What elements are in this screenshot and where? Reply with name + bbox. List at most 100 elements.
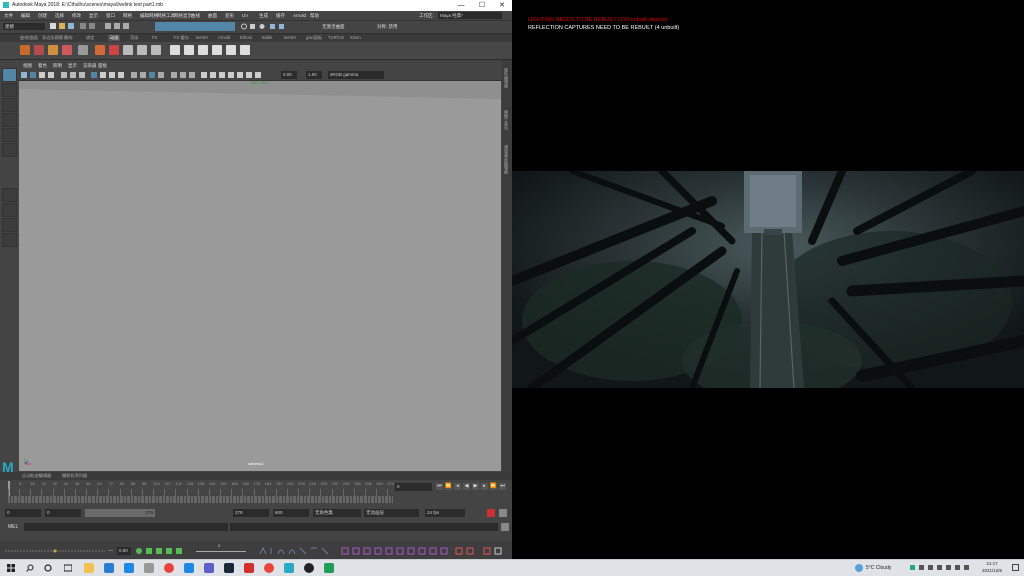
cortana-icon[interactable]	[44, 564, 52, 572]
shelf-tool-icon[interactable]	[151, 45, 161, 55]
shelf-tab[interactable]: MASH	[284, 35, 296, 40]
shelf-tab[interactable]: 动画	[108, 35, 121, 41]
preferences-icon[interactable]	[499, 509, 507, 517]
step-back-key-icon[interactable]: ⏪	[445, 483, 452, 490]
main-menu-item[interactable]: 选择	[55, 13, 64, 19]
perspective-viewport[interactable]: 960 x 540 camera1	[19, 80, 501, 471]
mel-input[interactable]	[24, 523, 228, 531]
shelf-tool-icon[interactable]	[78, 45, 88, 55]
playback-controls[interactable]: ⏮ ⏪ ◂ ◀ ▶ ▸ ⏩ ⏭	[436, 482, 511, 492]
shelf-tab[interactable]: 曲线/曲面	[20, 35, 38, 41]
panel-toolbar-icons[interactable]	[21, 71, 271, 79]
step-forward-frame-icon[interactable]: ▸	[481, 483, 488, 490]
playback-start-field[interactable]: 0	[45, 509, 81, 517]
anim-layer-dropdown[interactable]: 无动画层	[364, 509, 419, 517]
shelf-tab[interactable]: Arnold	[218, 35, 230, 40]
main-menu-item[interactable]: 缓存	[276, 13, 285, 19]
move-tool-icon[interactable]	[2, 113, 17, 127]
fps-dropdown[interactable]: 24 fps	[425, 509, 465, 517]
main-menu-item[interactable]: 窗口	[106, 13, 115, 19]
shelf-tab[interactable]: 雕刻	[64, 35, 72, 41]
strength-field[interactable]: 0.50	[117, 547, 131, 555]
main-menu-item[interactable]: 编辑	[21, 13, 30, 19]
steam-icon[interactable]	[224, 563, 234, 573]
character-set-dropdown[interactable]: 无角色集	[313, 509, 361, 517]
main-menu-item[interactable]: 显示	[89, 13, 98, 19]
wps-icon[interactable]	[244, 563, 254, 573]
deform-tool-icons[interactable]	[258, 546, 508, 556]
panel-menu-item[interactable]: 渲染器	[83, 63, 97, 69]
app-icon[interactable]	[324, 563, 334, 573]
windows-start-icon[interactable]	[7, 564, 15, 572]
playback-end-field[interactable]: 279	[233, 509, 269, 517]
shelf-tab[interactable]: FX	[152, 35, 157, 40]
animation-start-field[interactable]: 0	[5, 509, 41, 517]
chrome-icon[interactable]	[264, 563, 274, 573]
mode-dropdown[interactable]: 建模	[3, 23, 45, 30]
file-explorer-icon[interactable]	[84, 563, 94, 573]
rotate-tool-icon[interactable]	[2, 128, 17, 142]
shelf-tool-icon[interactable]	[123, 45, 133, 55]
minus-icon[interactable]: —	[108, 548, 113, 554]
main-menu-item[interactable]: UV	[242, 13, 248, 18]
main-menu-item[interactable]: 网格显示	[174, 13, 192, 19]
app-icon[interactable]	[144, 563, 154, 573]
no-live-surface-label[interactable]: 无激活曲面	[322, 24, 345, 30]
shelf-tool-icon[interactable]	[95, 45, 105, 55]
side-panel-tab[interactable]: 建模工具包	[503, 110, 509, 130]
shelf-tool-icon[interactable]	[170, 45, 180, 55]
panel-menu-item[interactable]: 着色	[38, 63, 47, 69]
gamma-field[interactable]: 1.00	[306, 71, 322, 79]
animation-end-field[interactable]: 600	[273, 509, 309, 517]
symmetry-label[interactable]: 对称: 禁用	[377, 24, 398, 30]
panel-menu-item[interactable]: 照明	[53, 63, 62, 69]
step-forward-key-icon[interactable]: ⏩	[490, 483, 497, 490]
weather-icon[interactable]	[855, 564, 863, 572]
scale-tool-icon[interactable]	[2, 143, 17, 157]
maximize-button[interactable]: ☐	[472, 0, 492, 11]
go-to-end-icon[interactable]: ⏭	[499, 483, 506, 490]
main-menu-item[interactable]: 生成	[259, 13, 268, 19]
single-perspective-layout-icon[interactable]	[2, 188, 17, 202]
clock-date[interactable]: 2021/12/6	[978, 568, 1006, 573]
shelf-tab[interactable]: FX 缓存	[174, 35, 189, 41]
status-icons[interactable]	[50, 23, 140, 30]
play-forward-icon[interactable]: ▶	[472, 483, 479, 490]
notification-icon[interactable]	[1012, 564, 1019, 571]
auto-key-icon[interactable]	[487, 509, 495, 517]
shelf-tool-icon[interactable]	[226, 45, 236, 55]
shelf-tool-icon[interactable]	[198, 45, 208, 55]
shelf-tool-icon[interactable]	[20, 45, 30, 55]
panel-menu-item[interactable]: 显示	[68, 63, 77, 69]
mel-label[interactable]: MEL	[8, 524, 18, 530]
mail-icon[interactable]	[124, 563, 134, 573]
shelf-tool-icon[interactable]	[184, 45, 194, 55]
paint-select-tool-icon[interactable]	[2, 98, 17, 112]
shelf-tool-icon[interactable]	[62, 45, 72, 55]
main-menu-item[interactable]: 曲线	[191, 13, 200, 19]
main-menu-item[interactable]: 创建	[38, 13, 47, 19]
side-panel-tab[interactable]: 属性编辑器	[503, 68, 509, 88]
maya-taskbar-icon[interactable]	[284, 563, 294, 573]
task-view-icon[interactable]	[64, 564, 72, 572]
snap-icons-group[interactable]	[240, 23, 290, 30]
panel-menu-item[interactable]: 视图	[23, 63, 32, 69]
workspace-dropdown[interactable]: Maya 经典*	[438, 12, 502, 19]
play-backward-icon[interactable]: ◀	[463, 483, 470, 490]
outliner-layout-icon[interactable]	[2, 218, 17, 232]
shelf-tab[interactable]: TURTLE	[328, 35, 344, 40]
range-slider[interactable]: 279	[85, 509, 155, 517]
shelf-tab[interactable]: Bullet	[262, 35, 272, 40]
brush-icons[interactable]	[134, 546, 194, 556]
shelf-tab[interactable]: gaxi面板	[306, 35, 322, 41]
shelf-tool-icon[interactable]	[34, 45, 44, 55]
shelf-tab[interactable]: 绑定	[86, 35, 94, 41]
lasso-tool-icon[interactable]	[2, 83, 17, 97]
shelf-tab[interactable]: XGen	[350, 35, 361, 40]
maya-title-bar[interactable]: Autodesk Maya 2018: E:\Cthulhu\scenes\ma…	[0, 0, 512, 11]
shelf-tab[interactable]: MASH	[196, 35, 208, 40]
falloff-curve[interactable]	[5, 547, 105, 555]
clock-time[interactable]: 21:17	[980, 561, 1004, 566]
shelf-tool-icon[interactable]	[137, 45, 147, 55]
current-frame-field[interactable]: 0	[395, 483, 432, 491]
